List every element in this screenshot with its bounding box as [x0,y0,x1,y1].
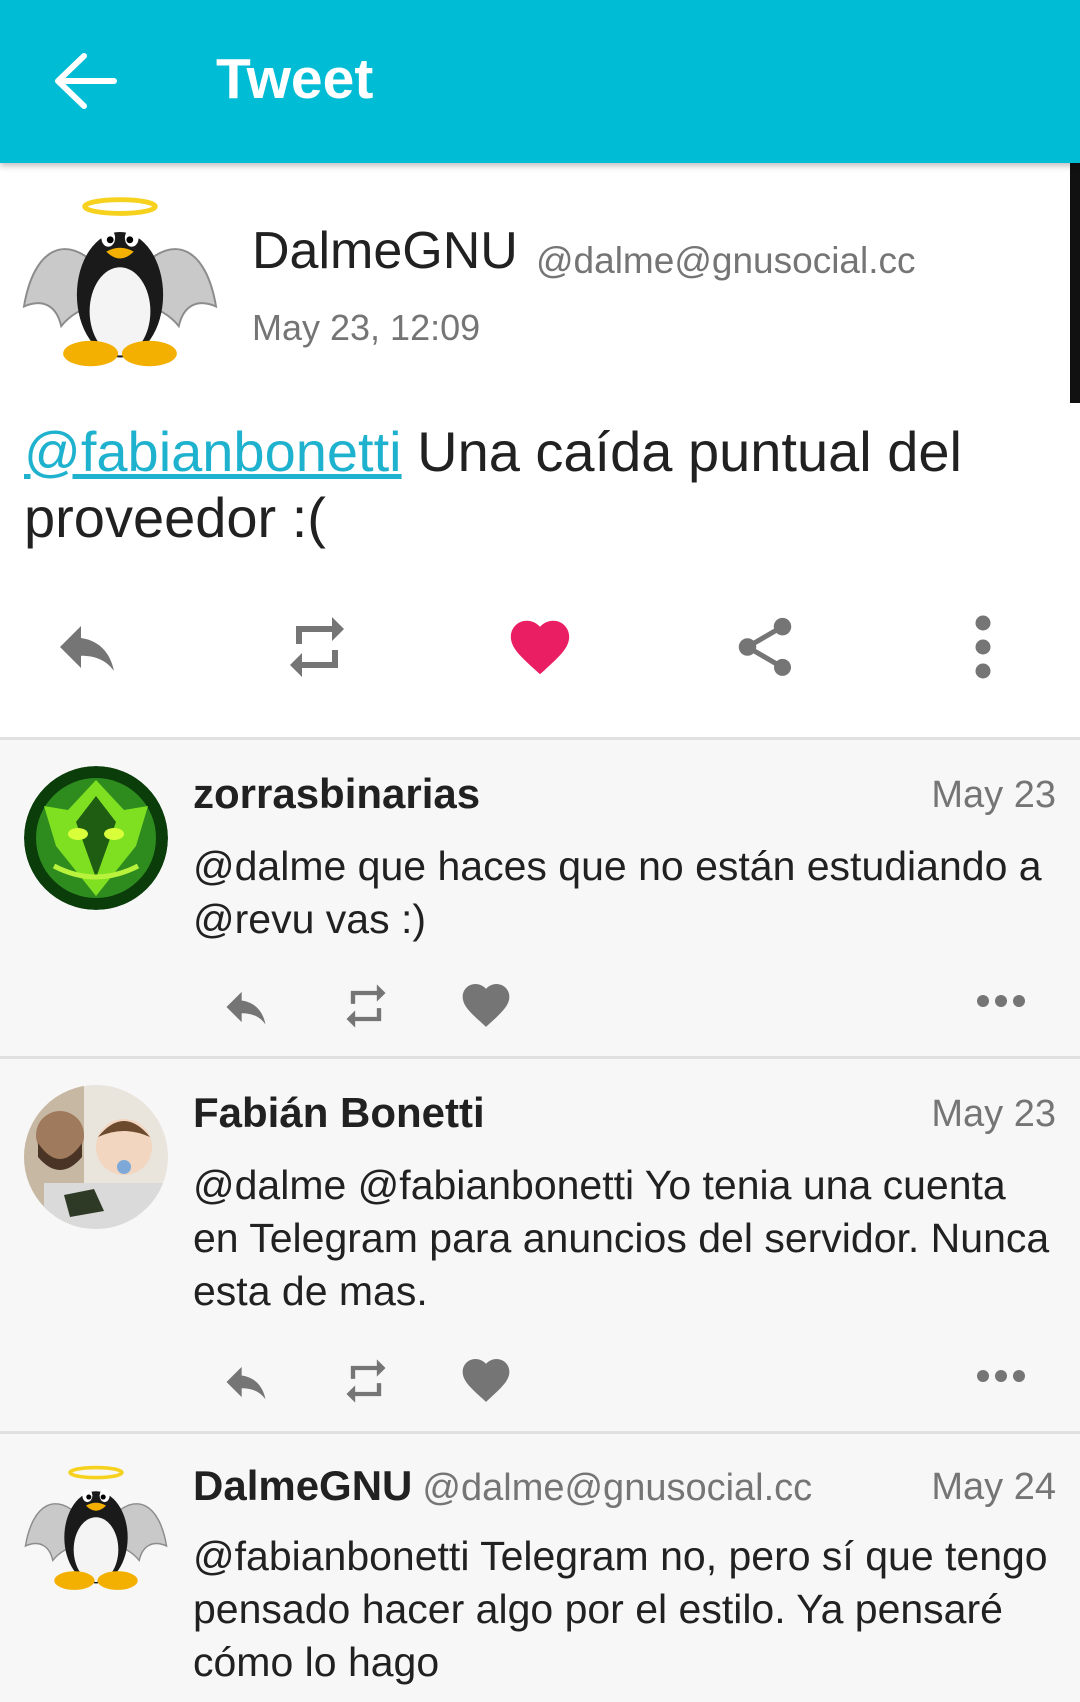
tweet-date: May 23, 12:09 [252,307,481,348]
tweet-text: @dalme @fabianbonetti Yo tenia una cuent… [193,1162,1050,1314]
author-handle: @dalme@gnusocial.cc [422,1467,813,1509]
tweet-text: @dalme que haces que no están estudiando… [193,843,1042,942]
app-bar: Tweet [0,0,1080,163]
arrow-back-icon[interactable] [50,50,120,112]
main-tweet: DalmeGNU @dalme@gnusocial.cc May 23, 12:… [0,163,1080,739]
author-name[interactable]: DalmeGNU [252,221,518,281]
repeat-icon[interactable] [276,611,358,683]
reply-icon[interactable] [50,611,124,683]
avatar[interactable] [24,1085,168,1229]
tweet-text: @fabianbonetti Telegram no, pero sí que … [193,1533,1048,1685]
author-name[interactable]: DalmeGNU @dalme@gnusocial.cc [193,1462,812,1510]
list-item[interactable]: zorrasbinarias May 23 @dalme que haces q… [0,737,1080,1056]
reply-icon[interactable] [214,981,278,1033]
author-name[interactable]: zorrasbinarias [193,770,480,818]
avatar[interactable] [24,766,168,910]
list-item[interactable]: Fabián Bonetti May 23 @dalme @fabianbone… [0,1056,1080,1431]
reply-icon[interactable] [214,1356,278,1408]
page-title: Tweet [216,47,374,111]
mention-link[interactable]: @fabianbonetti [24,420,402,483]
heart-icon[interactable] [458,977,514,1033]
repeat-icon[interactable] [332,980,400,1032]
tweet-date: May 24 [931,1466,1056,1508]
repeat-icon[interactable] [332,1355,400,1407]
share-icon[interactable] [730,611,800,683]
scrollbar[interactable] [1070,163,1080,403]
tweet-text: @fabianbonetti Una caída puntual del pro… [24,419,1044,551]
list-item[interactable]: DalmeGNU @dalme@gnusocial.cc May 24 @fabi… [0,1431,1080,1702]
more-horiz-icon[interactable] [976,994,1026,1008]
avatar[interactable] [24,1456,168,1600]
tweet-date: May 23 [931,774,1056,816]
more-vert-icon[interactable] [960,611,1006,683]
tweet-date: May 23 [931,1093,1056,1135]
author-handle[interactable]: @dalme@gnusocial.cc [536,240,916,282]
heart-icon[interactable] [505,611,575,683]
author-display-name: DalmeGNU [193,1462,413,1509]
avatar[interactable] [22,187,218,377]
more-horiz-icon[interactable] [976,1369,1026,1383]
heart-icon[interactable] [458,1352,514,1408]
author-name[interactable]: Fabián Bonetti [193,1089,485,1137]
